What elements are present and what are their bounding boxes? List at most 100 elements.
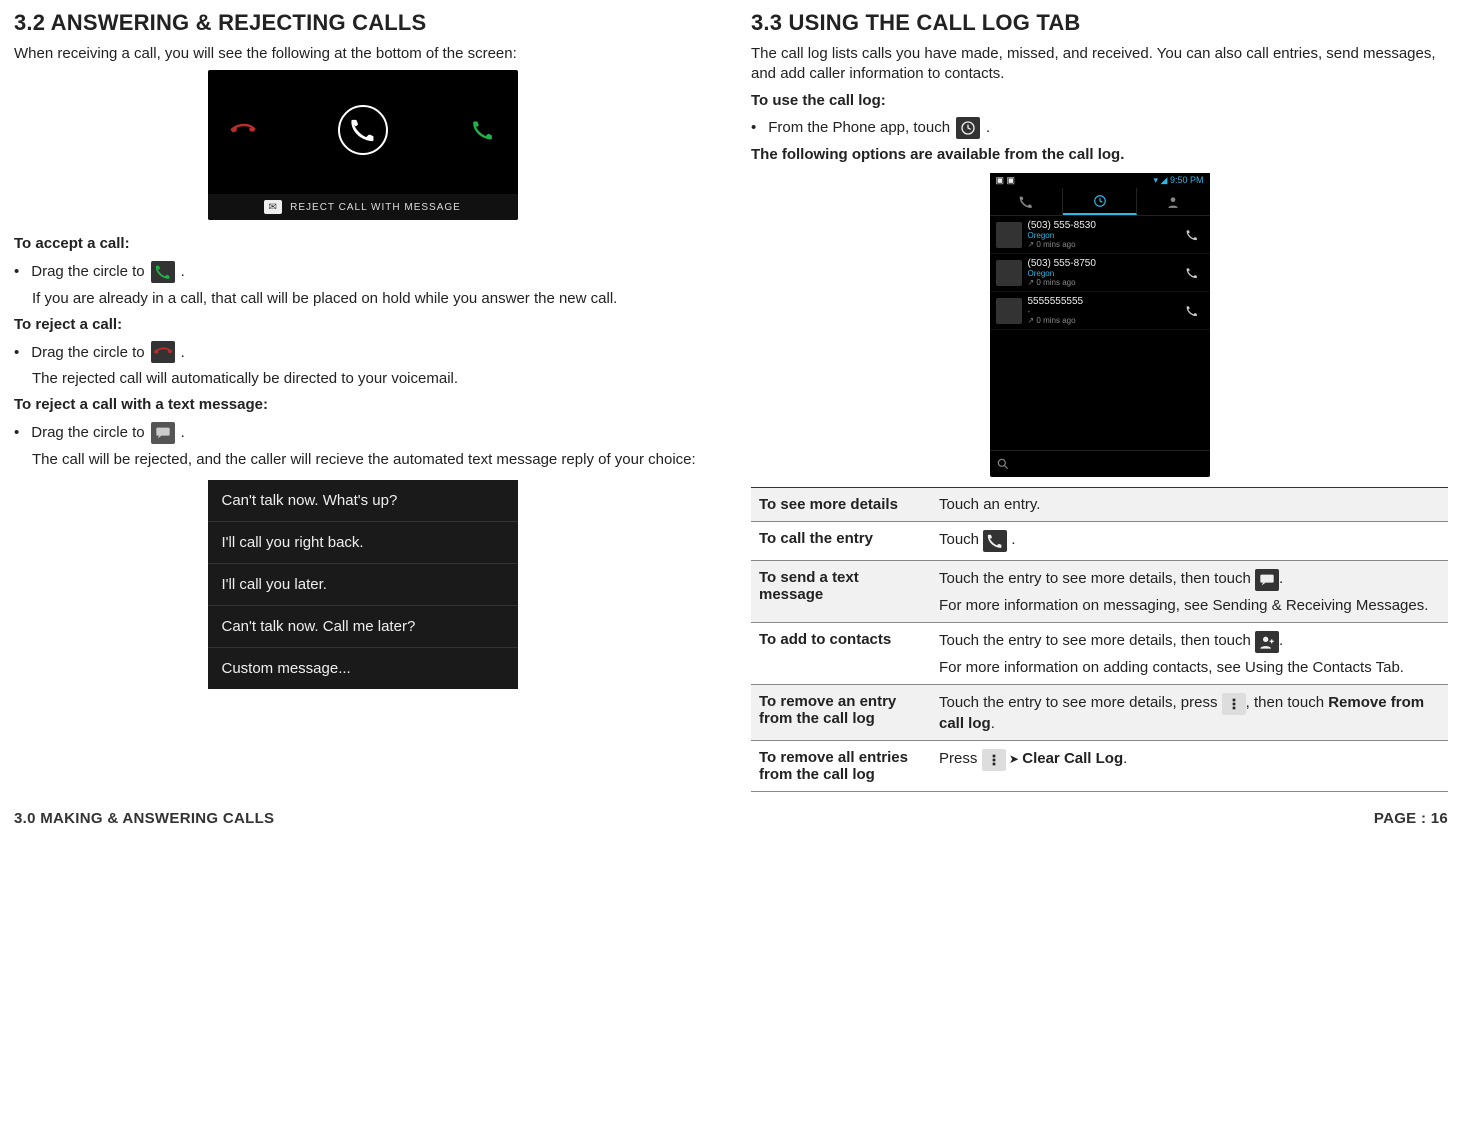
options-row-value: Touch an entry.	[931, 488, 1448, 522]
section-heading-3-2: 3.2 ANSWERING & REJECTING CALLS	[14, 10, 711, 36]
incoming-call-ring	[338, 105, 388, 155]
options-row-value: Touch the entry to see more details, the…	[931, 561, 1448, 623]
use-call-log-bullet: From the Phone app, touch .	[751, 117, 1448, 139]
reject-line: Drag the circle to	[31, 344, 144, 361]
status-time: ▾ ◢ 9:50 PM	[1154, 175, 1204, 186]
avatar	[996, 260, 1022, 286]
reject-msg-note: The call will be rejected, and the calle…	[32, 450, 711, 470]
overflow-menu-icon	[1222, 693, 1246, 715]
options-row-action: Clear Call Log	[1022, 750, 1123, 767]
reject-bullet: Drag the circle to .	[14, 341, 711, 363]
phone-decline-icon	[151, 341, 175, 363]
avatar	[996, 222, 1022, 248]
reject-msg-title: To reject a call with a text message:	[14, 395, 711, 415]
call-log-entries: (503) 555-8530Oregon↗ 0 mins ago(503) 55…	[990, 216, 1210, 330]
options-row-value: Touch .	[931, 522, 1448, 561]
options-row: To remove all entries from the call logP…	[751, 741, 1448, 792]
message-icon: ✉	[264, 200, 282, 214]
left-column: 3.2 ANSWERING & REJECTING CALLS When rec…	[14, 10, 711, 792]
phone-decline-icon	[227, 115, 258, 146]
options-row-key: To remove an entry from the call log	[751, 685, 931, 741]
options-row-value: Touch the entry to see more details, the…	[931, 623, 1448, 685]
options-row: To remove an entry from the call logTouc…	[751, 685, 1448, 741]
call-entry-sub: -	[1028, 307, 1180, 316]
call-log-empty-space	[990, 330, 1210, 450]
call-log-intro: The call log lists calls you have made, …	[751, 44, 1448, 85]
accept-line: Drag the circle to	[31, 263, 144, 280]
options-row-key: To call the entry	[751, 522, 931, 561]
options-row-extra: For more information on messaging, see S…	[939, 597, 1440, 614]
call-entry-number: (503) 555-8750	[1028, 258, 1180, 269]
arrow-icon	[1006, 750, 1023, 767]
phone-icon	[983, 530, 1007, 552]
page-footer: 3.0 MAKING & ANSWERING CALLS PAGE : 16	[14, 810, 1448, 827]
call-log-screenshot: ▣ ▣ ▾ ◢ 9:50 PM (503) 555-8530Oregon↗ 0 …	[990, 173, 1210, 477]
options-row-key: To add to contacts	[751, 623, 931, 685]
call-entry-number: 5555555555	[1028, 296, 1180, 307]
call-entry-info: 5555555555-↗ 0 mins ago	[1028, 296, 1180, 325]
call-back-icon	[1186, 305, 1204, 317]
options-row-value: Touch the entry to see more details, pre…	[931, 685, 1448, 741]
accept-bullet: Drag the circle to .	[14, 261, 711, 283]
quick-reply-list: Can't talk now. What's up? I'll call you…	[208, 480, 518, 689]
quick-reply-item: I'll call you later.	[208, 564, 518, 606]
options-row: To call the entryTouch .	[751, 522, 1448, 561]
options-row-value: Press Clear Call Log.	[931, 741, 1448, 792]
add-contact-icon	[1255, 631, 1279, 653]
available-options-title: The following options are available from…	[751, 145, 1448, 165]
footer-page-number: PAGE : 16	[1374, 810, 1448, 827]
call-log-entry: 5555555555-↗ 0 mins ago	[990, 292, 1210, 330]
reject-note: The rejected call will automatically be …	[32, 369, 711, 389]
options-row: To see more detailsTouch an entry.	[751, 488, 1448, 522]
quick-reply-item: Custom message...	[208, 648, 518, 689]
phone-answer-icon	[472, 119, 494, 141]
overflow-menu-icon	[982, 749, 1006, 771]
accept-note: If you are already in a call, that call …	[32, 289, 711, 309]
quick-reply-item: Can't talk now. Call me later?	[208, 606, 518, 648]
avatar	[996, 298, 1022, 324]
message-icon	[1255, 569, 1279, 591]
call-entry-sub: Oregon	[1028, 231, 1180, 240]
call-log-tabs	[990, 188, 1210, 216]
options-row: To send a text messageTouch the entry to…	[751, 561, 1448, 623]
use-call-log-line: From the Phone app, touch	[768, 119, 950, 136]
intro-text: When receiving a call, you will see the …	[14, 44, 711, 64]
reject-title: To reject a call:	[14, 315, 711, 335]
options-row: To add to contactsTouch the entry to see…	[751, 623, 1448, 685]
phone-answer-icon	[151, 261, 175, 283]
section-heading-3-3: 3.3 USING THE CALL LOG TAB	[751, 10, 1448, 36]
call-entry-time: ↗ 0 mins ago	[1028, 316, 1180, 325]
message-icon	[151, 422, 175, 444]
accept-title: To accept a call:	[14, 234, 711, 254]
status-bar: ▣ ▣ ▾ ◢ 9:50 PM	[990, 173, 1210, 188]
call-entry-info: (503) 555-8750Oregon↗ 0 mins ago	[1028, 258, 1180, 287]
call-entry-sub: Oregon	[1028, 269, 1180, 278]
tab-dialer	[990, 188, 1064, 215]
options-row-key: To see more details	[751, 488, 931, 522]
use-call-log-title: To use the call log:	[751, 91, 1448, 111]
quick-reply-item: I'll call you right back.	[208, 522, 518, 564]
right-column: 3.3 USING THE CALL LOG TAB The call log …	[751, 10, 1448, 792]
reject-with-message-bar: ✉ REJECT CALL WITH MESSAGE	[208, 194, 518, 220]
call-entry-time: ↗ 0 mins ago	[1028, 278, 1180, 287]
call-log-entry: (503) 555-8530Oregon↗ 0 mins ago	[990, 216, 1210, 254]
tab-contacts	[1137, 188, 1210, 215]
call-entry-number: (503) 555-8530	[1028, 220, 1180, 231]
reject-msg-line: Drag the circle to	[31, 424, 144, 441]
bullet-dot	[14, 424, 25, 441]
call-log-entry: (503) 555-8750Oregon↗ 0 mins ago	[990, 254, 1210, 292]
bullet-dot	[14, 263, 25, 280]
call-back-icon	[1186, 267, 1204, 279]
reject-bar-text: REJECT CALL WITH MESSAGE	[290, 202, 461, 213]
bullet-dot	[751, 119, 762, 136]
search-icon	[990, 450, 1210, 477]
tab-recent	[1063, 188, 1137, 215]
quick-reply-item: Can't talk now. What's up?	[208, 480, 518, 522]
call-back-icon	[1186, 229, 1204, 241]
call-entry-time: ↗ 0 mins ago	[1028, 240, 1180, 249]
options-row-key: To remove all entries from the call log	[751, 741, 931, 792]
call-entry-info: (503) 555-8530Oregon↗ 0 mins ago	[1028, 220, 1180, 249]
options-row-key: To send a text message	[751, 561, 931, 623]
options-row-extra: For more information on adding contacts,…	[939, 659, 1440, 676]
footer-breadcrumb: 3.0 MAKING & ANSWERING CALLS	[14, 810, 274, 827]
